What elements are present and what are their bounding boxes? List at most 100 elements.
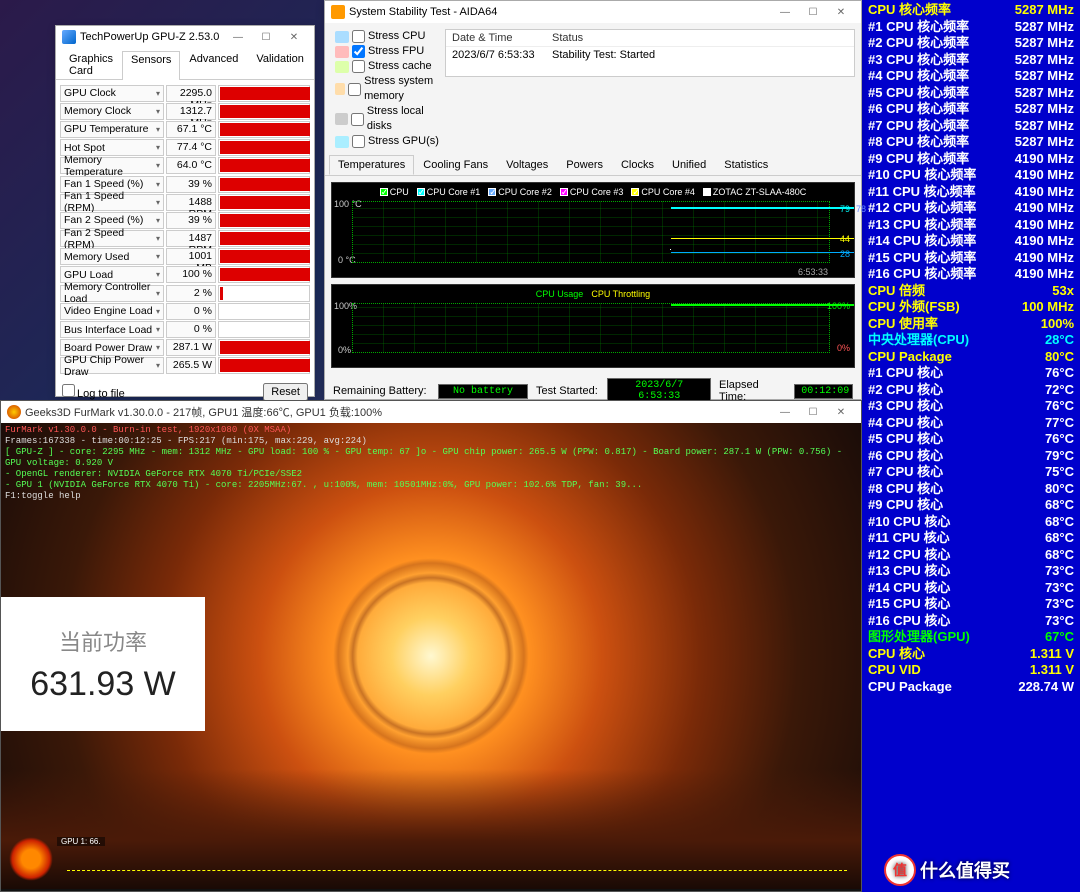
hwmon-row: #5 CPU 核心频率5287 MHz	[868, 85, 1074, 102]
sensor-value: 2295.0 MHz	[166, 85, 216, 102]
aida-tab[interactable]: Statistics	[715, 155, 777, 175]
sensor-label[interactable]: Video Engine Load	[60, 303, 164, 320]
furmark-titlebar[interactable]: Geeks3D FurMark v1.30.0.0 - 217帧, GPU1 温…	[1, 401, 861, 423]
hwmon-row: #11 CPU 核心68°C	[868, 530, 1074, 547]
aida-title: System Stability Test - AIDA64	[349, 6, 497, 18]
legend-item[interactable]: ✓CPU Core #1	[417, 187, 481, 197]
hwmon-row: #3 CPU 核心频率5287 MHz	[868, 52, 1074, 69]
minimize-button[interactable]: —	[771, 402, 799, 422]
aida-tab[interactable]: Cooling Fans	[414, 155, 497, 175]
sensor-bar	[218, 194, 310, 211]
reset-button[interactable]: Reset	[263, 383, 308, 401]
hwmon-row: #1 CPU 核心76°C	[868, 365, 1074, 382]
sensor-label[interactable]: Fan 1 Speed (RPM)	[60, 194, 164, 211]
legend-item[interactable]: ✓CPU Core #3	[560, 187, 624, 197]
aida-tab[interactable]: Clocks	[612, 155, 663, 175]
aida-tab[interactable]: Unified	[663, 155, 715, 175]
hwmon-row: #8 CPU 核心80°C	[868, 481, 1074, 498]
sensor-label[interactable]: GPU Clock	[60, 85, 164, 102]
minimize-button[interactable]: —	[224, 27, 252, 47]
hwmon-row: CPU 核心频率5287 MHz	[868, 2, 1074, 19]
maximize-button[interactable]: ☐	[799, 402, 827, 422]
hwmon-row: #14 CPU 核心73°C	[868, 580, 1074, 597]
minimize-button[interactable]: —	[771, 2, 799, 22]
sensor-row: Memory Clock1312.7 MHz	[60, 102, 310, 120]
sensor-row: GPU Chip Power Draw265.5 W	[60, 357, 310, 375]
gpuz-window[interactable]: TechPowerUp GPU-Z 2.53.0 — ☐ ✕ Graphics …	[55, 25, 315, 397]
close-button[interactable]: ✕	[827, 2, 855, 22]
sensor-value: 0 %	[166, 303, 216, 320]
hwmon-row: CPU 核心1.311 V	[868, 646, 1074, 663]
sensor-label[interactable]: Memory Clock	[60, 103, 164, 120]
sensor-value: 2 %	[166, 285, 216, 302]
gpuz-tab[interactable]: Graphics Card	[60, 50, 122, 79]
aida-tab[interactable]: Temperatures	[329, 155, 414, 175]
sensor-label[interactable]: Memory Controller Load	[60, 285, 164, 302]
sensor-value: 1487 RPM	[166, 230, 216, 247]
hwmon-row: #16 CPU 核心频率4190 MHz	[868, 266, 1074, 283]
maximize-button[interactable]: ☐	[252, 27, 280, 47]
sensor-label[interactable]: Memory Used	[60, 248, 164, 265]
sensor-label[interactable]: Memory Temperature	[60, 157, 164, 174]
sensor-bar	[218, 230, 310, 247]
furmark-temp-graph: GPU 1: 66.	[7, 839, 855, 883]
stress-check[interactable]: Stress system memory	[335, 74, 445, 104]
aida-tab[interactable]: Voltages	[497, 155, 557, 175]
gpuz-tab[interactable]: Advanced	[180, 50, 247, 79]
aida-tab[interactable]: Powers	[557, 155, 612, 175]
aida64-window[interactable]: System Stability Test - AIDA64 — ☐ ✕ Str…	[324, 0, 862, 400]
sensor-value: 67.1 °C	[166, 121, 216, 138]
maximize-button[interactable]: ☐	[799, 2, 827, 22]
sensor-label[interactable]: Fan 2 Speed (RPM)	[60, 230, 164, 247]
sensor-row: Memory Used1001 MB	[60, 248, 310, 266]
furmark-window[interactable]: Geeks3D FurMark v1.30.0.0 - 217帧, GPU1 温…	[0, 400, 862, 892]
hwmon-row: #12 CPU 核心68°C	[868, 547, 1074, 564]
watermark-badge-icon: 值	[884, 854, 916, 886]
hwmon-row: #11 CPU 核心频率4190 MHz	[868, 184, 1074, 201]
legend-item[interactable]: ✓CPU	[380, 187, 409, 197]
hwmon-row: #12 CPU 核心频率4190 MHz	[868, 200, 1074, 217]
gpuz-titlebar[interactable]: TechPowerUp GPU-Z 2.53.0 — ☐ ✕	[56, 26, 314, 48]
legend-item[interactable]: ✓CPU Core #2	[488, 187, 552, 197]
legend-item[interactable]: ✓CPU Core #4	[631, 187, 695, 197]
sensor-row: Memory Controller Load2 %	[60, 284, 310, 302]
aida-titlebar[interactable]: System Stability Test - AIDA64 — ☐ ✕	[325, 1, 861, 23]
hwmon-row: #15 CPU 核心73°C	[868, 596, 1074, 613]
sensor-row: Bus Interface Load0 %	[60, 320, 310, 338]
sensor-label[interactable]: GPU Temperature	[60, 121, 164, 138]
hwmon-row: #4 CPU 核心频率5287 MHz	[868, 68, 1074, 85]
stress-check[interactable]: Stress local disks	[335, 104, 445, 134]
gpuz-tab[interactable]: Validation	[247, 50, 313, 79]
sensor-bar	[218, 303, 310, 320]
sensor-row: GPU Temperature67.1 °C	[60, 120, 310, 138]
close-button[interactable]: ✕	[827, 402, 855, 422]
legend-item[interactable]: ✓ZOTAC ZT-SLAA-480C	[703, 187, 806, 197]
stress-check[interactable]: Stress GPU(s)	[335, 134, 445, 149]
temperature-graph: ✓CPU ✓CPU Core #1 ✓CPU Core #2 ✓CPU Core #3…	[331, 182, 855, 278]
hwmon-row: CPU Package80°C	[868, 349, 1074, 366]
log-to-file-checkbox[interactable]: Log to file	[62, 384, 125, 400]
sensor-bar	[218, 139, 310, 156]
watermark: 值 什么值得买	[884, 854, 1080, 886]
furmark-osd: FurMark v1.30.0.0 - Burn-in test, 1920x1…	[5, 425, 861, 502]
sensor-value: 265.5 W	[166, 357, 216, 374]
stress-check[interactable]: Stress FPU	[335, 44, 445, 59]
hardware-monitor-panel: CPU 核心频率5287 MHz#1 CPU 核心频率5287 MHz#2 CP…	[862, 0, 1080, 892]
sensor-value: 0 %	[166, 321, 216, 338]
sensor-label[interactable]: GPU Chip Power Draw	[60, 357, 164, 374]
close-button[interactable]: ✕	[280, 27, 308, 47]
legend-item: CPU Usage	[536, 289, 584, 299]
gpuz-tab[interactable]: Sensors	[122, 51, 180, 80]
stress-check[interactable]: Stress CPU	[335, 29, 445, 44]
sensor-bar	[218, 321, 310, 338]
hwmon-row: #4 CPU 核心77°C	[868, 415, 1074, 432]
hwmon-row: #2 CPU 核心频率5287 MHz	[868, 35, 1074, 52]
hwmon-row: #14 CPU 核心频率4190 MHz	[868, 233, 1074, 250]
sensor-label[interactable]: Bus Interface Load	[60, 321, 164, 338]
sensor-row: Video Engine Load0 %	[60, 302, 310, 320]
sensor-value: 1312.7 MHz	[166, 103, 216, 120]
hwmon-row: #10 CPU 核心频率4190 MHz	[868, 167, 1074, 184]
usage-graph: CPU UsageCPU Throttling 100% 0% 100% 0%	[331, 284, 855, 368]
sensor-value: 1001 MB	[166, 248, 216, 265]
stress-check[interactable]: Stress cache	[335, 59, 445, 74]
